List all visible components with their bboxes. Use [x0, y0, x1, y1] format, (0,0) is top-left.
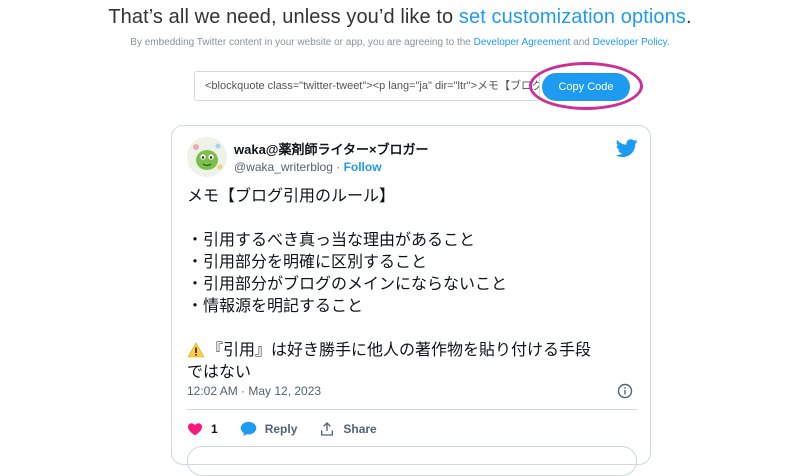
- reply-bubble-icon: [240, 421, 256, 437]
- handle-row: @waka_writerblog · Follow: [234, 160, 382, 174]
- twitter-bird-icon[interactable]: [616, 137, 638, 159]
- read-more-button[interactable]: [187, 446, 637, 476]
- agreement-text: By embedding Twitter content in your web…: [130, 37, 474, 48]
- headline: That’s all we need, unless you’d like to…: [0, 6, 800, 29]
- developer-agreement-link[interactable]: Developer Agreement: [474, 37, 571, 48]
- agreement-period: .: [666, 37, 670, 48]
- share-label: Share: [343, 422, 377, 436]
- warning-text: 『引用』は好き勝手に他人の著作物を貼り付ける手段: [207, 340, 592, 359]
- tweet-line: ・引用するべき真っ当な理由があること: [187, 230, 476, 249]
- embedded-tweet-card: waka@薬剤師ライター×ブロガー @waka_writerblog · Fol…: [171, 125, 651, 476]
- handle[interactable]: @waka_writerblog: [234, 160, 333, 174]
- share-button[interactable]: Share: [319, 421, 377, 437]
- developer-policy-link[interactable]: Developer Policy: [593, 37, 667, 48]
- tweet-timestamp[interactable]: 12:02 AM · May 12, 2023: [187, 384, 321, 398]
- avatar[interactable]: [187, 137, 227, 177]
- tweet-line: ・引用部分を明確に区別すること: [187, 252, 428, 271]
- heart-icon: [188, 423, 202, 436]
- embed-code-input[interactable]: <blockquote class="twitter-tweet"><p lan…: [194, 71, 540, 101]
- reply-button[interactable]: Reply: [240, 421, 298, 437]
- customization-options-link[interactable]: set customization options: [459, 6, 686, 28]
- agreement-and: and: [570, 37, 593, 48]
- follow-link[interactable]: Follow: [344, 160, 382, 174]
- share-icon: [321, 422, 334, 436]
- warning-line-continued: ではない: [187, 362, 252, 381]
- warning-icon: [187, 342, 205, 358]
- display-name[interactable]: waka@薬剤師ライター×ブロガー: [234, 139, 429, 158]
- tweet-line: ・情報源を明記すること: [187, 296, 364, 315]
- agreement-notice: By embedding Twitter content in your web…: [0, 37, 800, 48]
- warning-line: 『引用』は好き勝手に他人の著作物を貼り付ける手段: [187, 339, 637, 361]
- divider: [187, 409, 637, 410]
- copy-code-button[interactable]: Copy Code: [542, 73, 630, 101]
- like-count: 1: [211, 422, 218, 436]
- like-button[interactable]: 1: [187, 421, 218, 437]
- reply-label: Reply: [264, 422, 298, 436]
- tweet-text: メモ【ブログ引用のルール】 ・引用するべき真っ当な理由があること ・引用部分を明…: [187, 185, 637, 383]
- headline-text: That’s all we need, unless you’d like to: [108, 6, 459, 28]
- handle-separator: ·: [332, 160, 344, 174]
- tweet-line: ・引用部分がブログのメインにならないこと: [187, 274, 508, 293]
- headline-period: .: [685, 6, 692, 28]
- info-icon[interactable]: [617, 383, 633, 399]
- tweet-actions: 1 Reply Share: [187, 419, 399, 439]
- tweet-line: メモ【ブログ引用のルール】: [187, 186, 396, 205]
